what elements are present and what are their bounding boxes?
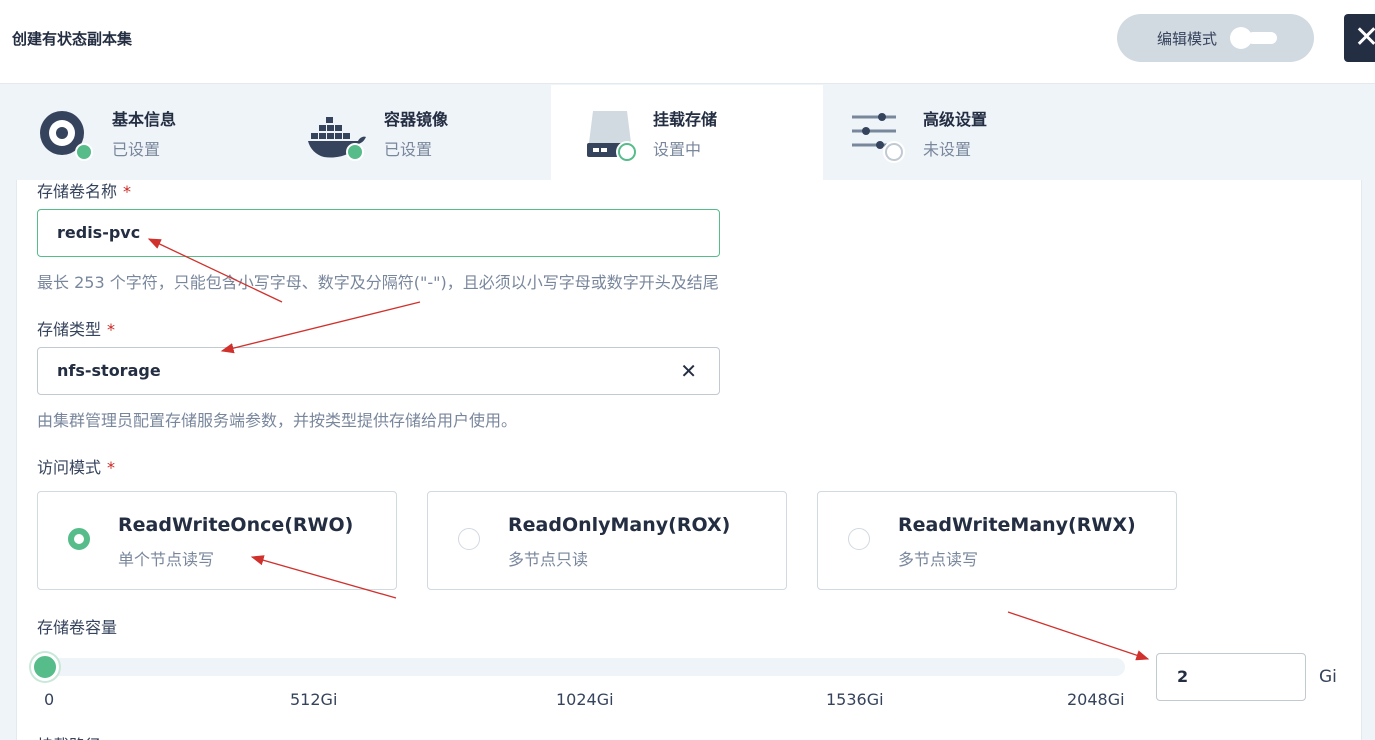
mode-desc: 多节点读写 [898, 550, 979, 569]
capacity-slider-handle[interactable] [31, 653, 59, 681]
step-mount-storage[interactable]: 挂载存储 设置中 [551, 85, 823, 180]
step-title: 挂载存储 [653, 110, 718, 129]
access-mode-rwx[interactable]: ReadWriteMany(RWX) 多节点读写 [817, 491, 1177, 590]
capacity-input[interactable]: 2 [1156, 653, 1306, 701]
step-status: 设置中 [653, 140, 702, 159]
step-navigation: 基本信息 已设置 容器镜像 已设置 挂载存储 设置中 高级设置 未设置 [0, 85, 1375, 180]
volume-name-label: 存储卷名称 * [37, 182, 132, 201]
slider-tick: 2048Gi [1067, 690, 1125, 709]
edit-mode-toggle[interactable]: 编辑模式 [1117, 14, 1314, 62]
volume-name-hint: 最长 253 个字符，只能包含小写字母、数字及分隔符("-")，且必须以小写字母… [37, 273, 719, 292]
edit-mode-label: 编辑模式 [1157, 30, 1218, 48]
storage-class-hint: 由集群管理员配置存储服务端参数，并按类型提供存储给用户使用。 [37, 411, 518, 430]
mode-title: ReadWriteOnce(RWO) [118, 514, 354, 536]
close-icon: ✕ [1354, 20, 1375, 55]
step-todo-dot [885, 143, 903, 161]
storage-class-value: nfs-storage [57, 361, 161, 380]
mount-path-label: 挂载路径 [37, 732, 101, 740]
step-status: 已设置 [112, 140, 161, 159]
access-mode-label: 访问模式 * [37, 458, 116, 477]
step-done-dot [346, 143, 364, 161]
step-title: 高级设置 [923, 110, 988, 129]
mode-desc: 单个节点读写 [118, 550, 215, 569]
step-status: 已设置 [384, 140, 433, 159]
radio-unselected[interactable] [458, 528, 480, 550]
dialog-title: 创建有状态副本集 [12, 30, 133, 48]
step-status: 未设置 [923, 140, 972, 159]
capacity-unit: Gi [1319, 667, 1337, 687]
mode-title: ReadOnlyMany(ROX) [508, 514, 731, 536]
volume-name-input[interactable]: redis-pvc [37, 209, 720, 257]
storage-icon [587, 111, 633, 157]
storage-form: 存储卷名称 * redis-pvc 最长 253 个字符，只能包含小写字母、数字及… [16, 180, 1362, 740]
step-done-dot [75, 143, 93, 161]
slider-tick: 512Gi [290, 690, 338, 709]
step-current-dot [618, 143, 636, 161]
step-title: 基本信息 [112, 110, 177, 129]
capacity-label: 存储卷容量 [37, 618, 118, 637]
step-container-image[interactable]: 容器镜像 已设置 [272, 85, 544, 180]
radio-selected[interactable] [68, 528, 90, 550]
step-basic-info[interactable]: 基本信息 已设置 [0, 85, 272, 180]
radio-unselected[interactable] [848, 528, 870, 550]
slider-tick: 1536Gi [826, 690, 884, 709]
dialog-header: 创建有状态副本集 编辑模式 ✕ [0, 0, 1375, 84]
storage-class-select[interactable]: nfs-storage ✕ [37, 347, 720, 395]
step-title: 容器镜像 [384, 110, 449, 129]
mode-desc: 多节点只读 [508, 550, 589, 569]
toggle-knob [1230, 27, 1252, 49]
mode-title: ReadWriteMany(RWX) [898, 514, 1136, 536]
step-advanced-settings[interactable]: 高级设置 未设置 [822, 85, 1094, 180]
access-mode-rwo[interactable]: ReadWriteOnce(RWO) 单个节点读写 [37, 491, 397, 590]
access-mode-rox[interactable]: ReadOnlyMany(ROX) 多节点只读 [427, 491, 787, 590]
storage-class-label: 存储类型 * [37, 320, 116, 339]
clear-icon[interactable]: ✕ [680, 348, 697, 394]
slider-tick: 1024Gi [556, 690, 614, 709]
slider-tick: 0 [44, 690, 55, 709]
close-button[interactable]: ✕ [1344, 14, 1375, 62]
capacity-slider-track[interactable] [45, 658, 1125, 676]
